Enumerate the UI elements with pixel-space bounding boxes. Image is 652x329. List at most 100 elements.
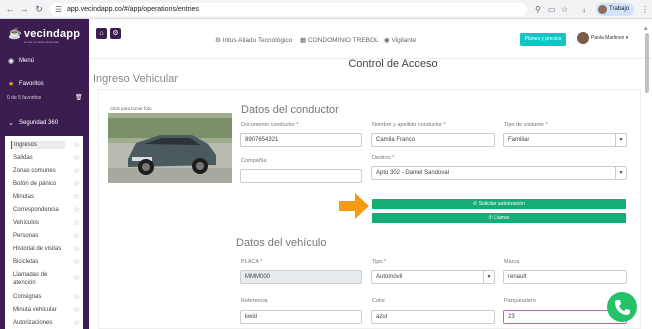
call-button[interactable]: ✆ Llamar (372, 213, 626, 223)
caret-down-icon: ▾ (625, 35, 629, 41)
key-icon[interactable]: ⚲ (535, 4, 541, 15)
forward-icon[interactable]: → (19, 4, 29, 15)
profile-label: Trabajo (609, 6, 630, 12)
phone-icon: ✆ (488, 215, 493, 221)
plate-input[interactable]: MMM000 (240, 270, 362, 284)
crumb-role: ◉ Vigilante (384, 36, 416, 44)
star-outline-icon[interactable]: ☆ (73, 319, 80, 327)
building-icon: ▦ (300, 37, 307, 44)
back-icon[interactable]: ← (5, 4, 15, 15)
star-outline-icon[interactable]: ☆ (73, 180, 80, 188)
sidebar-menu-label: Menú (19, 58, 35, 64)
crumb-role-label: Vigilante (391, 37, 417, 44)
destination-value: Apto 302 - Daniel Sandoval (376, 170, 450, 176)
star-outline-icon[interactable]: ☆ (73, 245, 80, 253)
name-input[interactable]: Camila Franco (371, 133, 495, 147)
color-input[interactable]: azul (371, 310, 495, 324)
reload-icon[interactable]: ↻ (34, 4, 44, 15)
star-outline-icon[interactable]: ☆ (73, 193, 80, 201)
doc-label: Documento conductor * (241, 122, 299, 128)
doc-input[interactable]: 8907654321 (240, 133, 362, 147)
sidebar-favorites-label: Favoritos (19, 81, 44, 87)
vehicle-section-title: Datos del vehículo (236, 237, 327, 249)
destination-select[interactable]: Apto 302 - Daniel Sandoval ▼ (371, 166, 627, 180)
menu-item-label: Bicicletas (13, 259, 39, 265)
site-info-icon[interactable]: ☰ (55, 3, 62, 16)
type-label: Tipo * (372, 259, 387, 265)
star-outline-icon[interactable]: ☆ (73, 206, 80, 214)
menu-item-label: Autorizaciones (13, 320, 53, 326)
whatsapp-fab[interactable] (607, 292, 637, 322)
download-icon[interactable]: ↓ (582, 4, 586, 15)
sidebar-section-label: Seguridad 360 (19, 120, 59, 126)
brand-input[interactable]: renault (503, 270, 627, 284)
menu-item-label: Ingresos (11, 141, 65, 149)
star-outline-icon[interactable]: ☆ (73, 293, 80, 301)
type-select[interactable]: Automóvil ▼ (371, 270, 495, 284)
star-outline-icon[interactable]: ☆ (73, 219, 80, 227)
visitor-type-label: Tipo de visitante * (504, 122, 548, 128)
menu-item-label: Minuta vehicular (13, 307, 57, 313)
brand-label: Marca (504, 259, 520, 265)
menu-item-label: Consignas (13, 294, 42, 300)
page-scrollbar-thumb[interactable] (645, 33, 649, 93)
crumb-condominium: ▦ CONDOMINIO TREBOL (300, 36, 379, 44)
star-icon: ★ (8, 81, 15, 88)
cast-icon[interactable]: ▭ (548, 4, 556, 15)
star-outline-icon[interactable]: ☆ (73, 274, 80, 282)
visitor-type-value: Familiar (508, 137, 530, 143)
company-label: Compañía (241, 158, 267, 164)
menu-item-llamadas-atencion[interactable]: Llamadas de atención ☆ (7, 270, 83, 286)
chevron-down-icon[interactable]: ▼ (483, 271, 494, 283)
profile-chip[interactable]: Trabajo (596, 3, 634, 16)
destination-label: Destino * (372, 155, 395, 161)
menu-item-label: Botón de pánico (13, 181, 57, 187)
call-label: Llamar (494, 215, 510, 221)
user-avatar[interactable] (577, 32, 589, 44)
star-outline-icon[interactable]: ☆ (73, 154, 80, 162)
star-outline-icon[interactable]: ☆ (73, 306, 80, 314)
menu-item-label: Llamadas de atención (13, 272, 48, 286)
star-outline-icon[interactable]: ☆ (73, 167, 80, 175)
crumb-company-label: Intus Aliado Tecnológico (222, 37, 293, 44)
star-outline-icon[interactable]: ☆ (73, 258, 80, 266)
url-text: app.vecindapp.co/#/app/operations/entrie… (67, 6, 199, 13)
color-label: Color (372, 298, 386, 304)
menu-item-label: Minutas (13, 194, 35, 200)
phone-icon (615, 300, 630, 315)
photo-label: Click para tomar foto (110, 106, 152, 111)
chevron-down-icon[interactable]: ▼ (615, 167, 626, 179)
request-authorization-button[interactable]: ✆ Solicitar autorización (372, 199, 626, 209)
whatsapp-icon: ✆ (473, 201, 478, 207)
page-heading: Control de Acceso (348, 58, 438, 70)
plans-button[interactable]: Planes y precios (520, 33, 566, 46)
trash-icon[interactable]: 🗑 (75, 94, 83, 101)
profile-avatar (598, 5, 607, 14)
scroll-up-icon[interactable]: ▴ (644, 24, 648, 32)
address-bar[interactable]: ☰ app.vecindapp.co/#/app/operations/entr… (50, 3, 527, 16)
home-icon[interactable]: ⌂ (96, 28, 107, 39)
star-outline-icon[interactable]: ☆ (73, 141, 80, 149)
arrow-right-icon (339, 193, 369, 219)
reference-label: Referencia (241, 298, 268, 304)
reference-input[interactable]: kwid (240, 310, 362, 324)
driver-section-title: Datos del conductor (241, 104, 339, 116)
sidebar: ☕ vecindapp el que te cuida nunca sale ◉ … (0, 19, 89, 329)
logo-text: vecindapp (23, 28, 81, 40)
menu-item-label: Zonas comunes (13, 168, 56, 174)
user-menu[interactable]: Paola Martinez ▾ (591, 35, 628, 41)
settings-icon[interactable]: ⚙ (110, 28, 121, 39)
plate-label: PLACA * (241, 259, 263, 265)
star-outline-icon[interactable]: ☆ (73, 232, 80, 240)
name-label: Nombre y apellido conductor * (372, 122, 446, 128)
dashboard-icon: ◉ (8, 58, 15, 65)
vehicle-photo[interactable] (108, 113, 232, 183)
menu-item-label: Correspondencia (13, 207, 59, 213)
logo-tagline: el que te cuida nunca sale (24, 40, 59, 44)
bookmark-star-icon[interactable]: ☆ (561, 4, 568, 15)
visitor-type-select[interactable]: Familiar ▼ (503, 133, 627, 147)
company-input[interactable] (240, 169, 362, 183)
browser-menu-icon[interactable]: ⋮ (641, 4, 649, 15)
app-logo[interactable]: ☕ vecindapp (8, 27, 80, 40)
chevron-down-icon[interactable]: ▼ (615, 134, 626, 146)
